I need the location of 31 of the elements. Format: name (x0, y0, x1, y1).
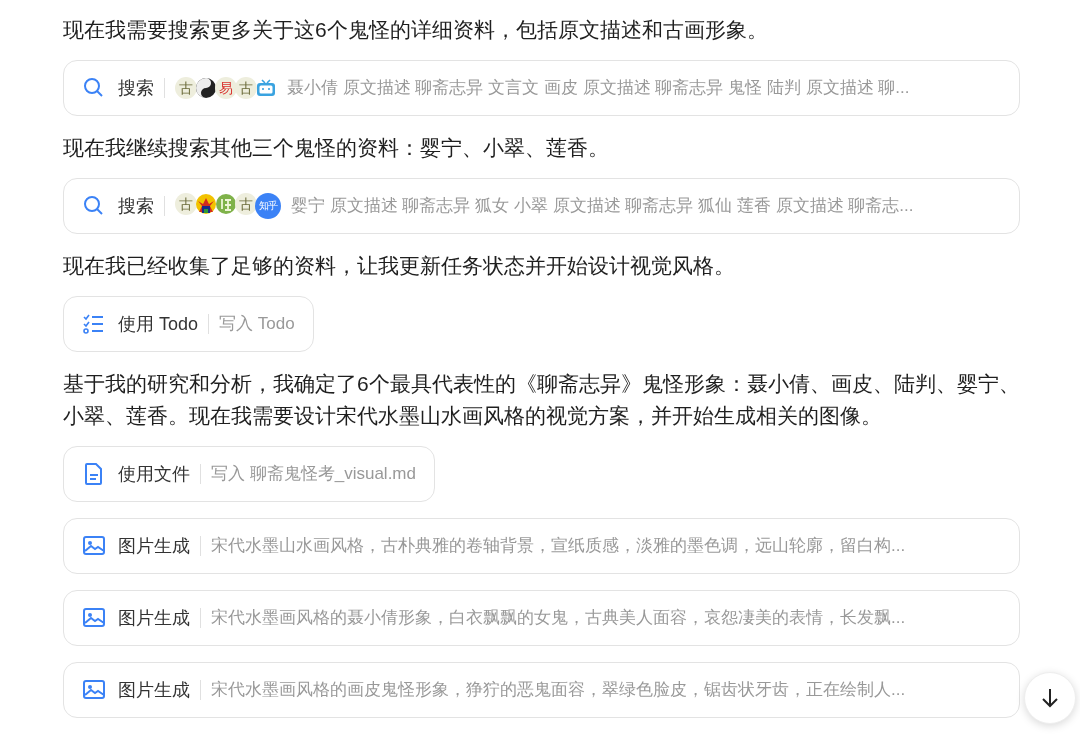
tool-call-card[interactable]: 使用 Todo 写入 Todo (63, 296, 314, 352)
site-logo-icon: 易 (215, 77, 237, 99)
message-text: 现在我已经收集了足够的资料，让我更新任务状态并开始设计视觉风格。 (63, 253, 736, 279)
tool-label: 图片生成 (118, 534, 190, 558)
tool-detail: 宋代水墨山水画风格，古朴典雅的卷轴背景，宣纸质感，淡雅的墨色调，远山轮廓，留白构... (211, 535, 906, 558)
tool-call-card[interactable]: 搜索 古 易 古 聂小倩 原文描述 聊斋志异 文言文 画皮 原文描述 聊斋志异 鬼怪 陆判 原文描述 聊... (63, 60, 1020, 116)
site-logo-icon: 古 (175, 193, 197, 215)
tool-label: 使用 Todo (118, 312, 199, 336)
site-logo-icon: 古 (235, 193, 257, 215)
tool-call-card[interactable]: 图片生成 宋代水墨画风格的画皮鬼怪形象，狰狞的恶鬼面容，翠绿色脸皮，锯齿状牙齿，正在绘制人... (63, 662, 1020, 718)
tool-detail: 写入 Todo (219, 313, 295, 336)
message-text: 现在我需要搜索更多关于这6个鬼怪的详细资料，包括原文描述和古画形象。 (63, 17, 769, 43)
site-logo-icon: 古 (235, 77, 257, 99)
message-text: 现在我继续搜索其他三个鬼怪的资料：婴宁、小翠、莲香。 (63, 135, 610, 161)
tool-label: 使用文件 (118, 462, 190, 486)
tool-detail: 聂小倩 原文描述 聊斋志异 文言文 画皮 原文描述 聊斋志异 鬼怪 陆判 原文描述 聊... (287, 77, 910, 100)
tool-call-card[interactable]: 搜索 古 古 知乎 婴宁 原文描述 聊斋志异 狐女 小翠 原文描述 聊斋志异 狐仙 莲香 原文描述 聊斋志... (63, 178, 1020, 234)
tool-detail: 宋代水墨画风格的画皮鬼怪形象，狰狞的恶鬼面容，翠绿色脸皮，锯齿状牙齿，正在绘制人... (211, 679, 906, 702)
tool-label: 图片生成 (118, 678, 190, 702)
message-text: 基于我的研究和分析，我确定了6个最具代表性的《聊斋志异》鬼怪形象：聂小倩、画皮、陆判、婴宁、小翠、莲香。现在我需要设计宋代水墨山水画风格的视觉方案，并开始生成相关的图像。 (63, 371, 1020, 429)
tool-call-card[interactable]: 图片生成 宋代水墨画风格的聂小倩形象，白衣飘飘的女鬼，古典美人面容，哀怨凄美的表情，长发飘... (63, 590, 1020, 646)
tool-detail: 婴宁 原文描述 聊斋志异 狐女 小翠 原文描述 聊斋志异 狐仙 莲香 原文描述 聊斋志... (291, 195, 914, 218)
site-logo-icon: 古 (175, 77, 197, 99)
tool-label: 搜索 (118, 76, 154, 100)
tool-label: 图片生成 (118, 606, 190, 630)
tool-detail: 宋代水墨画风格的聂小倩形象，白衣飘飘的女鬼，古典美人面容，哀怨凄美的表情，长发飘... (211, 607, 906, 630)
site-logo-icon: 知乎 (255, 193, 281, 219)
tool-call-card[interactable]: 图片生成 宋代水墨山水画风格，古朴典雅的卷轴背景，宣纸质感，淡雅的墨色调，远山轮廓，留白构... (63, 518, 1020, 574)
tool-call-card[interactable]: 使用文件 写入 聊斋鬼怪考_visual.md (63, 446, 435, 502)
tool-label: 搜索 (118, 194, 154, 218)
tool-detail: 写入 聊斋鬼怪考_visual.md (211, 463, 416, 486)
